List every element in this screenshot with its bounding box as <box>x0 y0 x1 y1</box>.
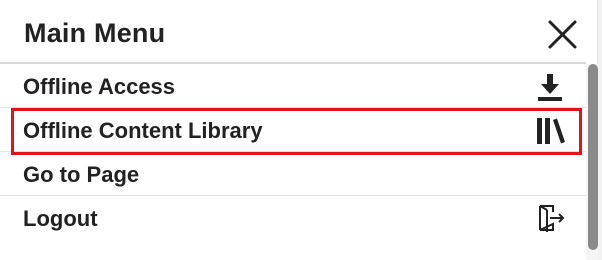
menu-item-label: Go to Page <box>23 162 140 187</box>
menu-item-offline-content-library[interactable]: Offline Content Library <box>0 108 586 152</box>
menu-item-label: Logout <box>23 206 98 231</box>
logout-icon <box>539 205 565 232</box>
close-icon <box>548 20 577 49</box>
menu-header: Main Menu <box>0 0 586 64</box>
menu-title: Main Menu <box>24 18 166 48</box>
menu-item-offline-access[interactable]: Offline Access <box>0 64 586 108</box>
menu-item-label: Offline Access <box>23 74 176 99</box>
menu-list: Offline Access Offline Content Library G… <box>0 64 586 240</box>
close-button[interactable] <box>544 17 580 53</box>
menu-item-label: Offline Content Library <box>23 118 263 143</box>
menu-item-logout[interactable]: Logout <box>0 196 586 240</box>
main-menu-panel: Main Menu Offline Access Offline Content… <box>0 0 598 260</box>
menu-item-go-to-page[interactable]: Go to Page <box>0 152 586 196</box>
download-icon <box>538 74 562 101</box>
page-backdrop <box>598 0 602 260</box>
scrollbar-thumb[interactable] <box>588 64 598 250</box>
library-icon <box>537 118 565 145</box>
